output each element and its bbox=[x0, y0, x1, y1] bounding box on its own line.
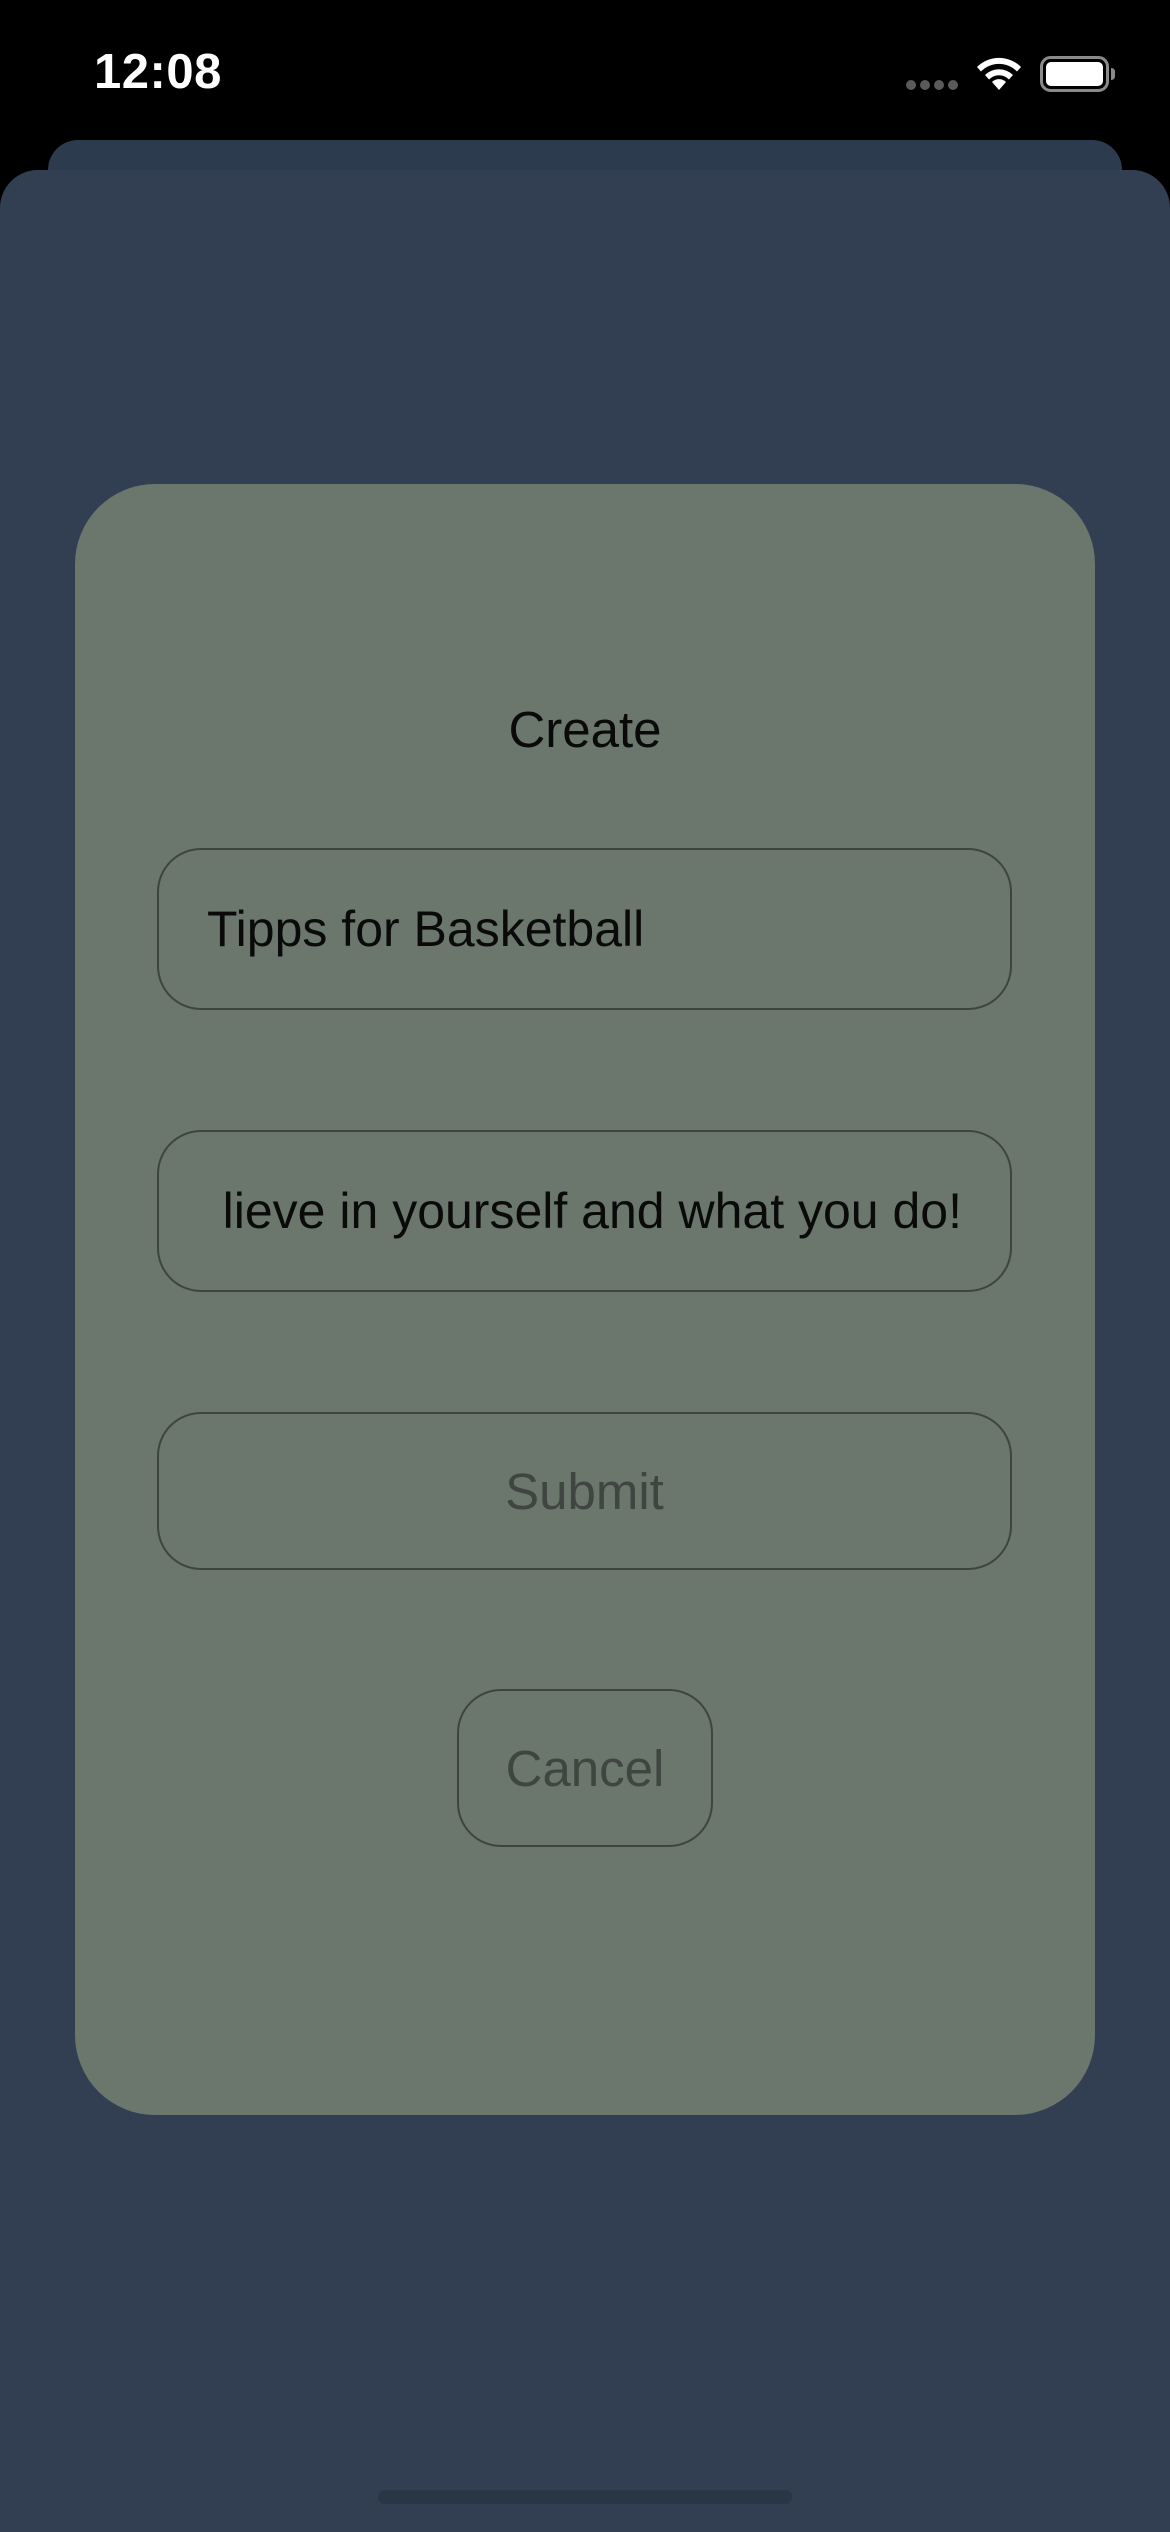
cellular-signal-icon bbox=[906, 80, 960, 92]
content-input-value: lieve in yourself and what you do! bbox=[222, 1183, 962, 1239]
battery-icon bbox=[1040, 56, 1115, 92]
content-input[interactable]: lieve in yourself and what you do! bbox=[157, 1130, 1012, 1292]
cancel-button[interactable]: Cancel bbox=[457, 1689, 713, 1847]
home-indicator[interactable] bbox=[378, 2490, 792, 2504]
screen: 12:08 Create Tipps for Basketball lieve … bbox=[0, 0, 1170, 2532]
submit-button[interactable]: Submit bbox=[157, 1412, 1012, 1570]
status-time: 12:08 bbox=[94, 45, 222, 99]
status-bar: 12:08 bbox=[0, 0, 1170, 140]
title-input-value: Tipps for Basketball bbox=[207, 901, 645, 957]
dialog-title: Create bbox=[508, 701, 662, 758]
title-input[interactable]: Tipps for Basketball bbox=[157, 848, 1012, 1010]
wifi-icon bbox=[977, 57, 1021, 90]
